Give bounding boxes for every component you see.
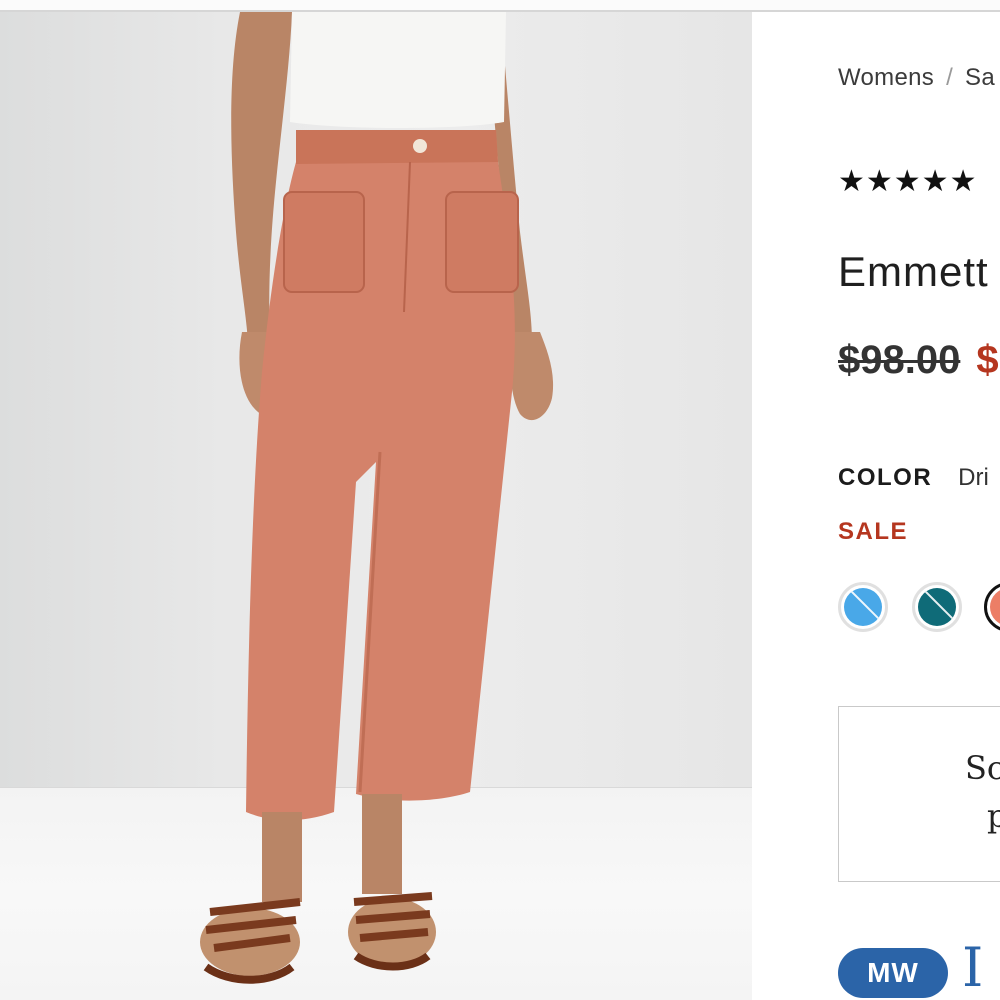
rating-stars[interactable]: ★★★★★: [838, 164, 977, 199]
breadcrumb-separator: /: [946, 64, 954, 91]
size-box-line1: Sc: [965, 749, 1000, 787]
color-label: COLOR: [838, 464, 933, 491]
swatch-fill: [918, 588, 956, 626]
product-price: $98.00 $: [838, 338, 999, 383]
color-value: Dri: [958, 464, 989, 491]
swatch-fill: [990, 588, 1000, 626]
original-price: $98.00: [838, 338, 961, 382]
breadcrumb-item-womens[interactable]: Womens: [838, 64, 934, 91]
product-title: Emmett: [838, 248, 989, 295]
breadcrumb-item-sale[interactable]: Sa: [965, 64, 995, 91]
size-selector-box[interactable]: Sc p: [838, 706, 1000, 882]
unavailable-slash-icon: [846, 588, 882, 626]
model-illustration: [200, 12, 554, 984]
color-swatch-light-blue[interactable]: [838, 582, 888, 632]
browser-top-edge: [0, 0, 1000, 12]
color-selection-row: COLOR Dri: [838, 464, 989, 492]
sale-label: SALE: [838, 518, 909, 545]
mw-badge: MW: [838, 948, 948, 998]
sale-price: $: [976, 338, 999, 382]
color-swatch-teal[interactable]: [912, 582, 962, 632]
color-swatch-coral-selected[interactable]: [984, 582, 1000, 632]
unavailable-slash-icon: [920, 588, 956, 626]
swatch-fill: [844, 588, 882, 626]
brand-logo: I: [962, 936, 984, 999]
breadcrumb: Womens / Sa: [838, 64, 995, 92]
product-photo[interactable]: [0, 12, 752, 1000]
product-info-panel: Womens / Sa ★★★★★ Emmett $98.00 $ COLOR Dri …: [752, 12, 1000, 1000]
size-box-line2: p: [987, 797, 1000, 835]
